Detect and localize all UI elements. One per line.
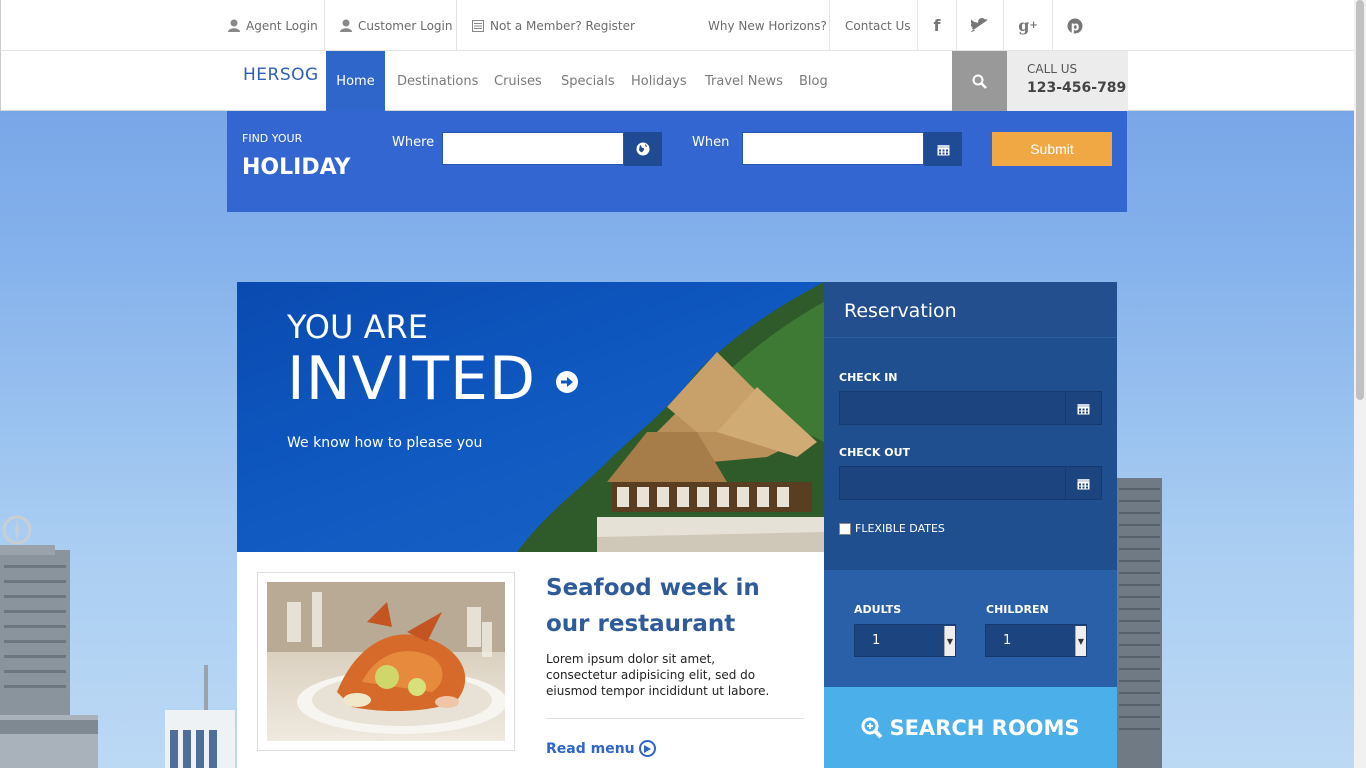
flexible-dates-option[interactable]: FLEXIBLE DATES <box>839 522 945 535</box>
article-body: Lorem ipsum dolor sit amet, consectetur … <box>546 652 770 698</box>
children-value: 1 <box>1003 633 1012 648</box>
nav-cruises[interactable]: Cruises <box>494 51 542 111</box>
flexible-dates-label: FLEXIBLE DATES <box>855 522 945 535</box>
featured-article: Seafood week in our restaurant Lorem ips… <box>237 552 824 768</box>
chevron-down-icon: ▼ <box>1075 626 1086 656</box>
submit-button[interactable]: Submit <box>992 132 1112 166</box>
twitter-icon[interactable] <box>957 0 1003 51</box>
play-circle-icon <box>638 740 656 757</box>
google-plus-icon[interactable]: g + <box>1004 0 1052 51</box>
when-input[interactable] <box>742 132 924 165</box>
nav-destinations[interactable]: Destinations <box>397 51 478 111</box>
check-out-label: CHECK OUT <box>839 446 911 459</box>
where-input[interactable] <box>442 132 624 165</box>
hero-line1: YOU ARE <box>287 308 428 346</box>
agent-login-label: Agent Login <box>246 18 318 33</box>
where-globe-button[interactable] <box>624 132 662 166</box>
adults-select[interactable]: 1 ▼ <box>854 624 956 657</box>
nav-blog[interactable]: Blog <box>799 51 828 111</box>
chevron-down-icon: ▼ <box>944 626 955 656</box>
arrow-right-icon[interactable] <box>556 371 578 393</box>
check-out-input[interactable] <box>839 466 1066 500</box>
holiday-heading: HOLIDAY <box>242 155 351 180</box>
user-icon <box>340 19 352 32</box>
article-title[interactable]: Seafood week in our restaurant <box>546 570 806 642</box>
register-link[interactable]: Not a Member? Register <box>458 0 649 51</box>
search-icon <box>972 74 987 89</box>
reservation-guests: ADULTS 1 ▼ CHILDREN 1 ▼ <box>824 570 1117 687</box>
find-holiday-bar: FIND YOUR HOLIDAY Where When Submit <box>227 111 1127 212</box>
pinterest-icon[interactable]: p <box>1053 0 1097 51</box>
phone-number[interactable]: 123-456-789 <box>1027 80 1128 96</box>
check-out-calendar-button[interactable] <box>1066 466 1102 500</box>
globe-icon <box>636 142 650 156</box>
resort-hut-image <box>517 282 824 552</box>
background-tower <box>1117 478 1162 768</box>
adults-value: 1 <box>872 633 881 648</box>
call-us-label: CALL US <box>1027 62 1078 76</box>
nav-specials[interactable]: Specials <box>561 51 615 111</box>
page-scrollbar[interactable] <box>1354 0 1366 768</box>
search-rooms-button[interactable]: SEARCH ROOMS <box>824 687 1117 768</box>
call-us-box: CALL US 123-456-789 <box>1007 51 1128 111</box>
hero-subtitle: We know how to please you <box>287 435 483 451</box>
main-navbar: HERSOG Home Destinations Cruises Special… <box>0 51 1354 111</box>
search-button[interactable] <box>952 51 1007 111</box>
search-rooms-label: SEARCH ROOMS <box>889 715 1080 740</box>
read-menu-link[interactable]: Read menu <box>546 740 656 757</box>
flexible-dates-checkbox[interactable] <box>839 522 851 535</box>
when-label: When <box>692 135 730 150</box>
when-calendar-button[interactable] <box>924 132 962 166</box>
document-icon <box>472 19 484 32</box>
register-label: Not a Member? Register <box>490 18 635 33</box>
seafood-dish-image <box>267 582 505 741</box>
nav-holidays[interactable]: Holidays <box>631 51 687 111</box>
calendar-icon <box>1077 478 1090 489</box>
nav-home[interactable]: Home <box>326 51 385 111</box>
where-label: Where <box>392 135 435 150</box>
background-skyline <box>0 515 235 768</box>
check-in-label: CHECK IN <box>839 371 898 384</box>
user-icon <box>228 19 240 32</box>
site-logo[interactable]: HERSOG <box>243 65 319 85</box>
calendar-icon <box>1077 403 1090 414</box>
reservation-panel: Reservation CHECK IN CHECK OUT FLEXIBLE … <box>824 282 1117 768</box>
customer-login-label: Customer Login <box>358 18 453 33</box>
svg-text:p: p <box>1071 19 1080 33</box>
reservation-title: Reservation <box>824 282 1117 338</box>
children-label: CHILDREN <box>986 603 1049 616</box>
article-image-frame[interactable] <box>257 572 515 751</box>
check-in-input[interactable] <box>839 391 1066 425</box>
why-link[interactable]: Why New Horizons? <box>694 0 841 51</box>
facebook-icon[interactable]: f <box>918 0 956 51</box>
top-utility-bar: Agent Login Customer Login Not a Member?… <box>0 0 1354 51</box>
calendar-icon <box>937 144 949 155</box>
find-your-label: FIND YOUR <box>242 132 303 145</box>
read-menu-label: Read menu <box>546 740 635 757</box>
scrollbar-thumb[interactable] <box>1356 0 1364 400</box>
article-divider <box>546 718 804 719</box>
check-in-calendar-button[interactable] <box>1066 391 1102 425</box>
children-select[interactable]: 1 ▼ <box>985 624 1087 657</box>
adults-label: ADULTS <box>854 603 902 616</box>
hero-line2: INVITED <box>287 344 537 414</box>
hero-banner[interactable]: YOU ARE INVITED We know how to please yo… <box>237 282 824 552</box>
search-icon <box>861 717 883 738</box>
reservation-dates: CHECK IN CHECK OUT FLEXIBLE DATES <box>824 338 1117 570</box>
contact-link[interactable]: Contact Us <box>831 0 925 51</box>
customer-login-link[interactable]: Customer Login <box>326 0 466 51</box>
nav-travel-news[interactable]: Travel News <box>705 51 783 111</box>
agent-login-link[interactable]: Agent Login <box>214 0 332 51</box>
